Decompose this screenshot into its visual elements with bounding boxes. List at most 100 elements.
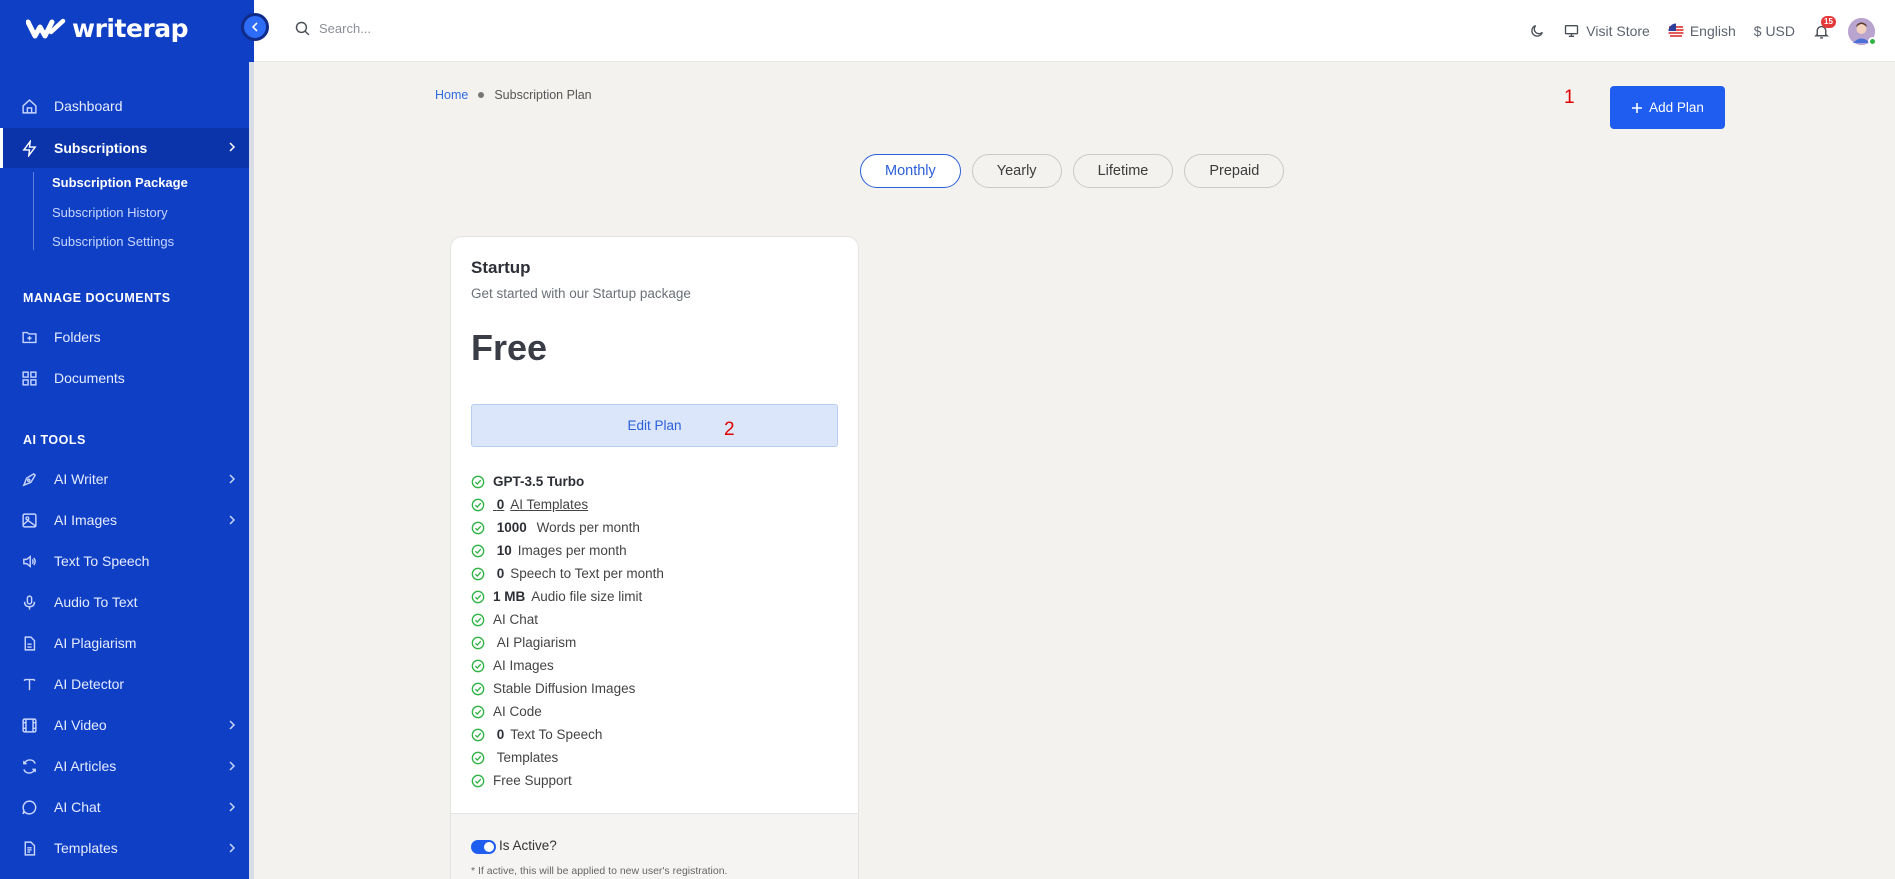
- visit-store-link[interactable]: Visit Store: [1563, 23, 1650, 39]
- sidebar-item-dashboard[interactable]: Dashboard: [0, 87, 249, 125]
- sidebar-item-label: Documents: [54, 370, 125, 386]
- feature-list: GPT-3.5 Turbo 0 AI Templates 1000 Words p…: [471, 470, 664, 792]
- feature-value: 0: [496, 497, 505, 512]
- document-icon: [20, 839, 38, 857]
- chat-icon: [20, 798, 38, 816]
- tab-monthly[interactable]: Monthly: [860, 154, 961, 188]
- check-circle-icon: [471, 636, 485, 649]
- check-circle-icon: [471, 590, 485, 603]
- chevron-right-icon: [227, 800, 237, 816]
- search-box[interactable]: [294, 20, 619, 37]
- is-active-note: * If active, this will be applied to new…: [471, 865, 728, 877]
- chevron-right-icon: [227, 759, 237, 775]
- feature-text: Stable Diffusion Images: [493, 681, 636, 696]
- sidebar-item-ai-articles[interactable]: AI Articles: [0, 747, 249, 785]
- notification-count-badge: 15: [1821, 15, 1836, 28]
- sidebar-item-label: AI Plagiarism: [54, 635, 137, 651]
- sidebar-item-subscriptions[interactable]: Subscriptions: [0, 128, 249, 168]
- sidebar-item-documents[interactable]: Documents: [0, 359, 249, 397]
- tab-lifetime[interactable]: Lifetime: [1072, 154, 1174, 188]
- folder-icon: [20, 328, 38, 346]
- sidebar-item-ai-images[interactable]: AI Images: [0, 501, 249, 539]
- feature-item: GPT-3.5 Turbo: [471, 470, 664, 493]
- sidebar-collapse-button[interactable]: [241, 13, 269, 41]
- feature-text: AI Plagiarism: [496, 635, 577, 650]
- sidebar-item-text-to-speech[interactable]: Text To Speech: [0, 542, 249, 580]
- check-circle-icon: [471, 751, 485, 764]
- add-plan-button[interactable]: Add Plan: [1610, 86, 1725, 129]
- feature-text: AI Code: [493, 704, 542, 719]
- pen-icon: [20, 470, 38, 488]
- chevron-right-icon: [227, 718, 237, 734]
- sidebar-subitem-history[interactable]: Subscription History: [52, 205, 168, 220]
- annotation-marker-2: 2: [724, 419, 735, 440]
- feature-templates-link[interactable]: 0 AI Templates: [493, 497, 588, 512]
- breadcrumb-home-link[interactable]: Home: [435, 88, 468, 102]
- feature-item: 0 AI Templates: [471, 493, 664, 516]
- sidebar-item-label: Audio To Text: [54, 594, 138, 610]
- feature-item: Stable Diffusion Images: [471, 677, 664, 700]
- online-status-dot: [1868, 36, 1877, 46]
- visit-store-label: Visit Store: [1586, 23, 1650, 39]
- add-plan-label: Add Plan: [1649, 100, 1704, 115]
- sidebar-item-label: AI Video: [54, 717, 107, 733]
- feature-text: Templates: [496, 750, 559, 765]
- topbar: Visit Store English $ USD 15: [254, 0, 1895, 62]
- writerap-logo-icon: [26, 18, 66, 38]
- sidebar-item-templates[interactable]: Templates: [0, 829, 249, 867]
- feature-item: AI Images: [471, 654, 664, 677]
- sidebar-item-ai-video[interactable]: AI Video: [0, 706, 249, 744]
- sidebar-item-ai-chat[interactable]: AI Chat: [0, 788, 249, 826]
- check-circle-icon: [471, 544, 485, 557]
- chevron-right-icon: [227, 472, 237, 488]
- language-selector[interactable]: English: [1668, 23, 1736, 39]
- feature-text: AI Chat: [493, 612, 539, 627]
- feature-value: 1 MB: [493, 589, 526, 604]
- tab-prepaid[interactable]: Prepaid: [1184, 154, 1285, 188]
- avatar[interactable]: [1848, 17, 1877, 46]
- feature-text: AI Images: [493, 658, 554, 673]
- feature-text: Images per month: [517, 543, 627, 558]
- file-icon: [20, 634, 38, 652]
- speaker-icon: [20, 552, 38, 570]
- sidebar-item-folders[interactable]: Folders: [0, 318, 249, 356]
- feature-item: 0 Text To Speech: [471, 723, 664, 746]
- sidebar-subitem-package[interactable]: Subscription Package: [52, 175, 188, 190]
- sidebar-subitem-settings[interactable]: Subscription Settings: [52, 234, 174, 249]
- logo[interactable]: writerap: [26, 14, 189, 43]
- search-input[interactable]: [319, 21, 619, 36]
- notifications-button[interactable]: 15: [1813, 15, 1836, 40]
- microphone-icon: [20, 593, 38, 611]
- currency-selector[interactable]: $ USD: [1754, 23, 1795, 39]
- is-active-toggle[interactable]: [471, 840, 496, 854]
- sidebar-item-ai-detector[interactable]: AI Detector: [0, 665, 249, 703]
- check-circle-icon: [471, 705, 485, 718]
- feature-text: Audio file size limit: [531, 589, 643, 604]
- check-circle-icon: [471, 728, 485, 741]
- refresh-icon: [20, 757, 38, 775]
- plan-title: Startup: [471, 258, 531, 277]
- tab-yearly[interactable]: Yearly: [971, 154, 1062, 188]
- us-flag-icon: [1668, 23, 1684, 39]
- check-circle-icon: [471, 567, 485, 580]
- feature-text: Speech to Text per month: [510, 566, 664, 581]
- feature-value: 0: [496, 566, 505, 581]
- dark-mode-toggle[interactable]: [1529, 23, 1545, 39]
- submenu-line: [33, 172, 34, 250]
- brand-name: writerap: [72, 14, 189, 43]
- breadcrumb-separator: [478, 92, 485, 98]
- feature-text: Free Support: [493, 773, 572, 788]
- feature-item: AI Chat: [471, 608, 664, 631]
- sidebar-item-label: AI Detector: [54, 676, 125, 692]
- sidebar-item-ai-writer[interactable]: AI Writer: [0, 460, 249, 498]
- feature-item: AI Code: [471, 700, 664, 723]
- feature-item: Free Support: [471, 769, 664, 792]
- image-icon: [20, 511, 38, 529]
- home-icon: [20, 97, 38, 115]
- sidebar-scrollbar[interactable]: [249, 62, 254, 879]
- edit-plan-button[interactable]: Edit Plan: [471, 404, 838, 447]
- sidebar-item-ai-plagiarism[interactable]: AI Plagiarism: [0, 624, 249, 662]
- sidebar-item-label: Dashboard: [54, 98, 123, 114]
- feature-text: AI Templates: [510, 497, 589, 512]
- sidebar-item-audio-to-text[interactable]: Audio To Text: [0, 583, 249, 621]
